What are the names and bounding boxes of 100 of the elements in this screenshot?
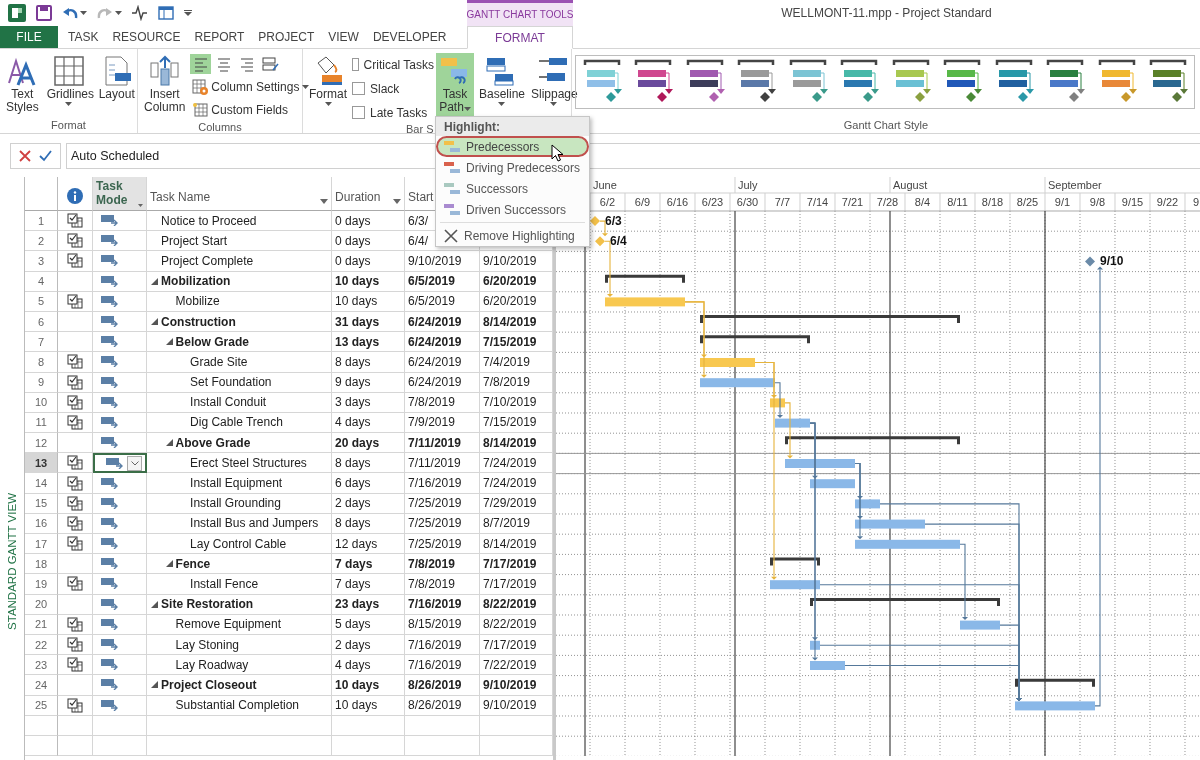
filter-arrow-icon[interactable] <box>393 199 402 204</box>
row-number[interactable]: 16 <box>25 513 59 534</box>
row-number[interactable]: 5 <box>25 291 59 312</box>
wrap-text-button[interactable] <box>259 54 281 74</box>
task-name: Below Grade <box>175 334 249 349</box>
context-tab-group-label: GANTT CHART TOOLS <box>467 0 573 26</box>
view-label: STANDARD GANTT VIEW <box>6 493 19 630</box>
task-name: Substantial Completion <box>175 698 299 713</box>
auto-schedule-icon <box>101 275 120 287</box>
group-label: Gantt Chart Style <box>843 119 929 131</box>
row-number[interactable]: 8 <box>25 352 59 373</box>
menu-item[interactable]: Successors <box>436 178 589 199</box>
align-left-button[interactable] <box>190 54 212 74</box>
undo-icon[interactable] <box>62 6 78 20</box>
row-number[interactable]: 19 <box>25 574 59 595</box>
ribbon-tab[interactable]: REPORT <box>187 26 252 48</box>
start-cell: 9/10/2019 <box>408 253 462 268</box>
save-icon[interactable] <box>36 5 52 21</box>
ribbon-tab[interactable]: RESOURCE <box>105 26 188 48</box>
collapse-toggle-icon[interactable] <box>165 439 173 447</box>
collapse-toggle-icon[interactable] <box>165 560 173 568</box>
ribbon-tab[interactable]: FORMAT <box>467 26 573 49</box>
task-bar[interactable] <box>810 640 820 650</box>
row-number[interactable]: 11 <box>25 412 59 434</box>
bar-pair-icon <box>444 139 460 154</box>
calendar-check-icon <box>67 455 84 471</box>
table-icon[interactable] <box>158 5 174 21</box>
row-number[interactable]: 25 <box>25 695 59 716</box>
row-number[interactable]: 23 <box>25 655 59 676</box>
ribbon-tab[interactable]: TASK <box>61 26 106 48</box>
info-icon <box>67 188 84 204</box>
row-number[interactable]: 15 <box>25 493 59 514</box>
ribbon-tab[interactable]: DEVELOPER <box>365 26 454 48</box>
ribbon-button[interactable]: Text Styles <box>3 53 42 117</box>
row-number[interactable]: 10 <box>25 392 59 413</box>
duration-cell: 6 days <box>335 476 371 491</box>
collapse-toggle-icon[interactable] <box>151 318 159 326</box>
start-cell: 6/24/2019 <box>408 334 462 349</box>
finish-cell: 7/10/2019 <box>483 395 537 410</box>
checkbox[interactable] <box>352 82 365 95</box>
row-number[interactable]: 6 <box>25 311 59 333</box>
row-number[interactable]: 24 <box>25 675 59 696</box>
column-header[interactable]: Task Mode <box>93 177 148 211</box>
summary-bracket <box>770 557 820 566</box>
menu-item[interactable]: Driven Successors <box>436 199 589 220</box>
duration-cell: 0 days <box>335 253 371 268</box>
start-cell: 6/5/2019 <box>408 294 455 309</box>
row-number[interactable]: 14 <box>25 473 59 494</box>
task-name: Project Start <box>161 233 228 248</box>
task-name: Mobilization <box>161 274 231 289</box>
filter-arrow-icon[interactable] <box>320 199 329 204</box>
row-number[interactable]: 1 <box>25 211 59 232</box>
ribbon-button[interactable]: Slippage <box>528 53 578 117</box>
collapse-toggle-icon[interactable] <box>151 600 159 608</box>
task-name: Above Grade <box>175 435 251 450</box>
column-header[interactable]: Task Name <box>147 177 333 211</box>
filter-arrow-icon[interactable] <box>138 203 144 208</box>
ribbon-tab[interactable]: PROJECT <box>251 26 322 48</box>
start-cell: 7/11/2019 <box>408 435 461 450</box>
group-label: Bar S <box>406 123 434 135</box>
mode-dropdown[interactable] <box>127 455 143 471</box>
task-bar[interactable] <box>810 479 855 489</box>
row-number[interactable]: 18 <box>25 554 59 575</box>
checkbox[interactable] <box>352 58 359 71</box>
row-number[interactable]: 3 <box>25 251 59 272</box>
ribbon-button[interactable]: Baseline <box>476 53 526 117</box>
menu-item[interactable]: Predecessors <box>436 136 589 157</box>
ribbon-tab[interactable]: FILE <box>0 26 58 48</box>
ribbon-button[interactable]: Task Path <box>436 53 474 117</box>
column-header[interactable]: Duration <box>332 177 406 211</box>
task-bar[interactable] <box>855 499 880 509</box>
task-name: Fence <box>175 556 211 571</box>
row-number[interactable]: 2 <box>25 231 59 252</box>
ribbon-button[interactable]: Insert Column <box>141 53 189 117</box>
collapse-toggle-icon[interactable] <box>165 338 173 346</box>
row-number[interactable]: 7 <box>25 332 59 353</box>
customize-caret-icon[interactable] <box>184 10 192 16</box>
finish-cell: 7/17/2019 <box>483 637 537 652</box>
ribbon-button[interactable]: Layout <box>95 53 138 117</box>
row-number[interactable]: 21 <box>25 614 59 635</box>
group-label: Columns <box>198 120 242 133</box>
task-bar[interactable] <box>770 580 820 590</box>
collapse-toggle-icon[interactable] <box>151 277 159 285</box>
row-number[interactable]: 13 <box>25 453 59 474</box>
row-number[interactable]: 17 <box>25 534 59 555</box>
row-number[interactable]: 20 <box>25 594 59 615</box>
remove-icon <box>444 228 458 243</box>
ribbon-button[interactable]: Gridlines <box>43 53 94 117</box>
menu-item[interactable]: Remove Highlighting <box>436 225 589 246</box>
finish-cell: 9/10/2019 <box>483 698 537 713</box>
collapse-toggle-icon[interactable] <box>151 681 159 689</box>
row-number[interactable]: 9 <box>25 372 59 393</box>
row-number[interactable]: 4 <box>25 271 59 292</box>
cancel-icon[interactable] <box>19 150 31 162</box>
ribbon-tab[interactable]: VIEW <box>321 26 366 48</box>
row-number[interactable]: 22 <box>25 634 59 656</box>
confirm-icon[interactable] <box>39 150 52 162</box>
pulse-icon[interactable] <box>132 5 148 21</box>
button-icon <box>52 55 85 87</box>
checkbox[interactable] <box>352 106 365 119</box>
